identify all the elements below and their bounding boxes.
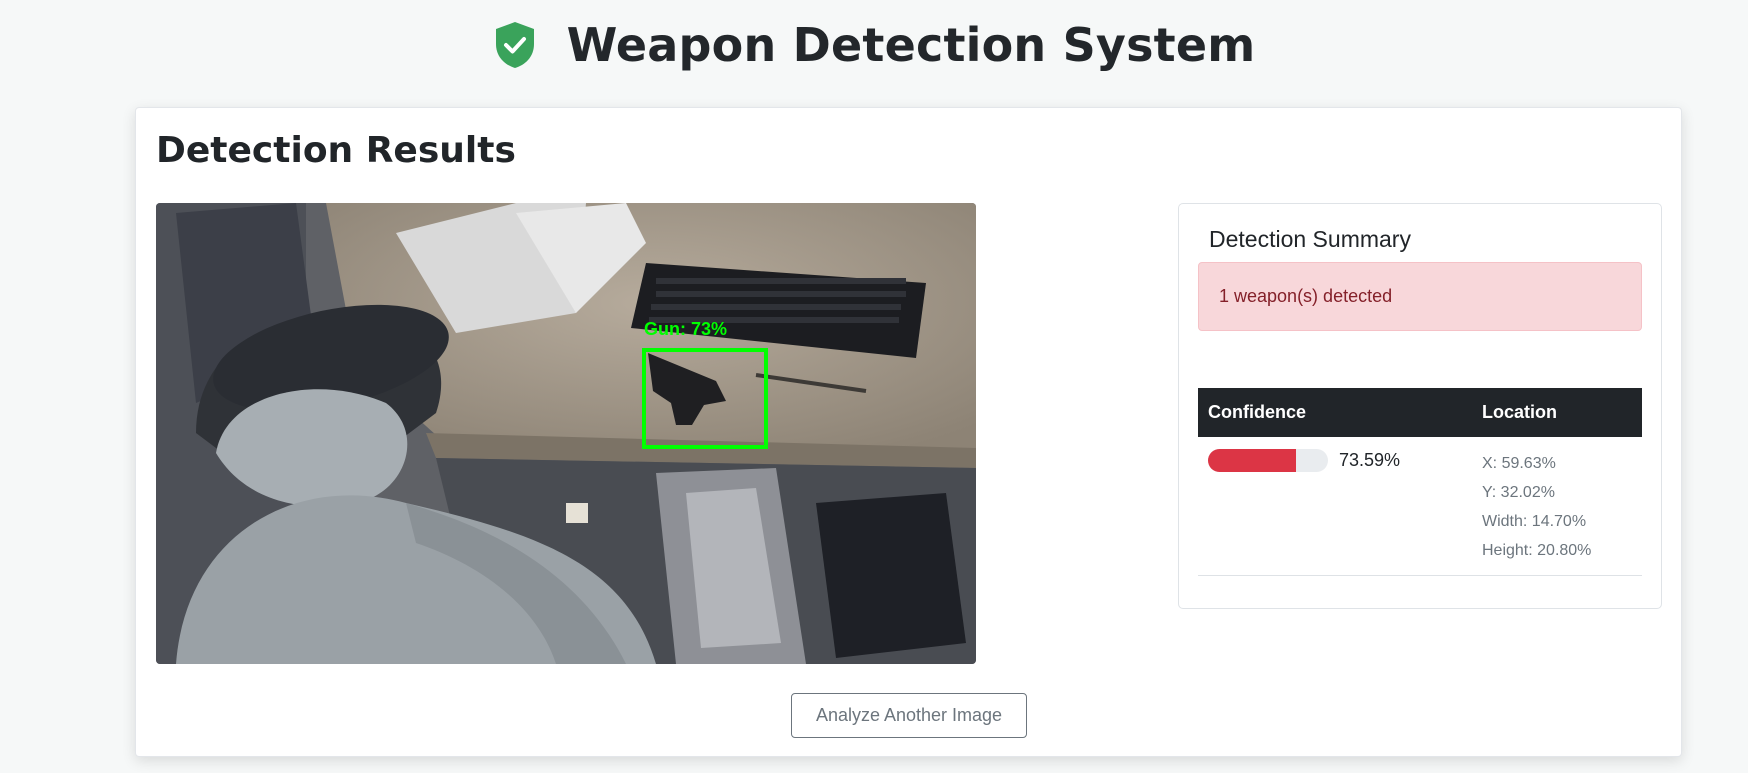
results-heading: Detection Results bbox=[156, 130, 516, 171]
analyze-another-button[interactable]: Analyze Another Image bbox=[791, 693, 1027, 738]
app-header: Weapon Detection System bbox=[0, 14, 1748, 76]
detection-summary: Detection Summary 1 weapon(s) detected C… bbox=[1178, 203, 1662, 609]
location-header: Location bbox=[1472, 388, 1642, 437]
confidence-progress-bar bbox=[1208, 449, 1297, 472]
confidence-value: 73.59% bbox=[1339, 450, 1401, 470]
detection-image: Gun: 73% bbox=[156, 203, 976, 664]
location-y: Y: 32.02% bbox=[1482, 484, 1555, 501]
location-x: X: 59.63% bbox=[1482, 455, 1556, 472]
detection-box-label: Gun: 73% bbox=[644, 319, 727, 339]
location-cell: X: 59.63% Y: 32.02% Width: 14.70% Height… bbox=[1472, 437, 1642, 576]
app-title: Weapon Detection System bbox=[566, 18, 1256, 72]
detections-table: Confidence Location 73.59% X: 59.63% Y: … bbox=[1198, 388, 1642, 576]
shield-check-icon bbox=[495, 22, 534, 68]
confidence-cell: 73.59% bbox=[1198, 437, 1472, 576]
location-height: Height: 20.80% bbox=[1482, 542, 1592, 559]
summary-heading: Detection Summary bbox=[1209, 226, 1411, 252]
results-card: Detection Results Gun: 73% Detection Sum… bbox=[135, 107, 1682, 757]
detection-alert: 1 weapon(s) detected bbox=[1198, 262, 1642, 331]
location-width: Width: 14.70% bbox=[1482, 513, 1587, 530]
table-header-row: Confidence Location bbox=[1198, 388, 1642, 437]
confidence-header: Confidence bbox=[1198, 388, 1472, 437]
alert-text: 1 weapon(s) detected bbox=[1219, 286, 1393, 306]
table-row: 73.59% X: 59.63% Y: 32.02% Width: 14.70%… bbox=[1198, 437, 1642, 576]
confidence-progress bbox=[1208, 449, 1328, 472]
